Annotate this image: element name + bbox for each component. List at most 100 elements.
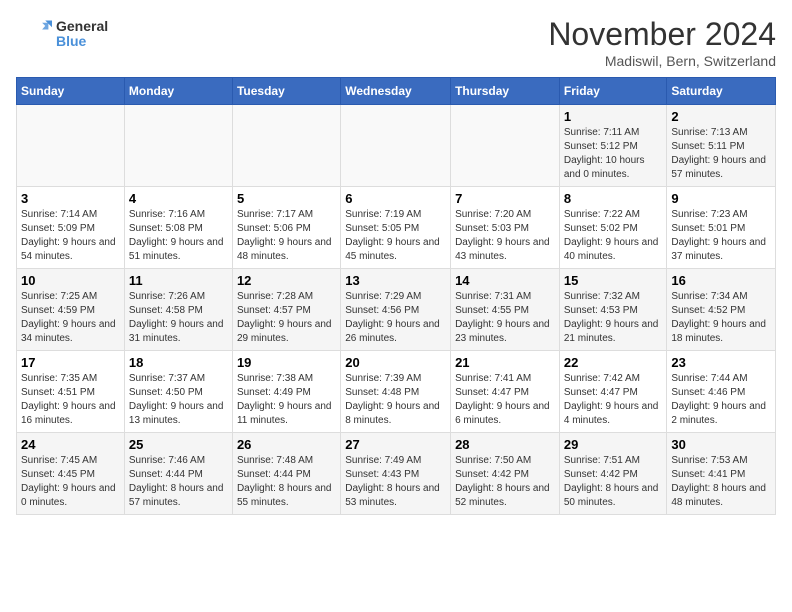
day-number: 20 [345, 355, 446, 370]
day-number: 22 [564, 355, 663, 370]
calendar-cell: 1 Sunrise: 7:11 AMSunset: 5:12 PMDaylight… [559, 105, 667, 187]
day-number: 27 [345, 437, 446, 452]
day-number: 14 [455, 273, 555, 288]
day-number: 5 [237, 191, 336, 206]
calendar-cell: 12 Sunrise: 7:28 AMSunset: 4:57 PMDayligh… [232, 269, 340, 351]
calendar-cell [451, 105, 560, 187]
day-number: 17 [21, 355, 120, 370]
calendar-cell: 6Sunrise: 7:19 AMSunset: 5:05 PMDaylight… [341, 187, 451, 269]
calendar-cell [341, 105, 451, 187]
day-info: Sunrise: 7:26 AMSunset: 4:58 PMDaylight:… [129, 290, 228, 346]
day-info: Sunrise: 7:22 AMSunset: 5:02 PMDaylight:… [564, 208, 663, 264]
calendar-cell: 29Sunrise: 7:51 AMSunset: 4:42 PMDayligh… [559, 433, 667, 515]
day-info: Sunrise: 7:42 AMSunset: 4:47 PMDaylight:… [564, 372, 663, 428]
day-number: 3 [21, 191, 120, 206]
day-info: Sunrise: 7:23 AMSunset: 5:01 PMDaylight:… [671, 208, 771, 264]
day-info: Sunrise: 7:16 AMSunset: 5:08 PMDaylight:… [129, 208, 228, 264]
calendar-week-5: 24 Sunrise: 7:45 AMSunset: 4:45 PMDayligh… [17, 433, 776, 515]
day-number: 4 [129, 191, 228, 206]
day-headers: SundayMondayTuesdayWednesdayThursdayFrid… [17, 78, 776, 105]
day-header-thursday: Thursday [451, 78, 560, 105]
logo-svg [16, 16, 52, 52]
calendar-cell: 14 Sunrise: 7:31 AMSunset: 4:55 PMDayligh… [451, 269, 560, 351]
calendar-cell: 27 Sunrise: 7:49 AMSunset: 4:43 PMDayligh… [341, 433, 451, 515]
day-header-friday: Friday [559, 78, 667, 105]
day-info: Sunrise: 7:32 AMSunset: 4:53 PMDaylight:… [564, 290, 663, 346]
calendar-table: SundayMondayTuesdayWednesdayThursdayFrid… [16, 77, 776, 515]
calendar-cell: 19 Sunrise: 7:38 AMSunset: 4:49 PMDayligh… [232, 351, 340, 433]
calendar-cell: 22 Sunrise: 7:42 AMSunset: 4:47 PMDayligh… [559, 351, 667, 433]
day-info: Sunrise: 7:49 AMSunset: 4:43 PMDaylight:… [345, 454, 446, 510]
day-header-wednesday: Wednesday [341, 78, 451, 105]
day-number: 1 [564, 109, 663, 124]
day-number: 15 [564, 273, 663, 288]
calendar-cell: 23 Sunrise: 7:44 AMSunset: 4:46 PMDayligh… [667, 351, 776, 433]
day-info: Sunrise: 7:48 AMSunset: 4:44 PMDaylight:… [237, 454, 336, 510]
day-info: Sunrise: 7:39 AMSunset: 4:48 PMDaylight:… [345, 372, 446, 428]
month-title: November 2024 [548, 16, 776, 53]
day-info: Sunrise: 7:13 AMSunset: 5:11 PMDaylight:… [671, 126, 771, 182]
day-info: Sunrise: 7:25 AMSunset: 4:59 PMDaylight:… [21, 290, 120, 346]
calendar-cell: 30 Sunrise: 7:53 AMSunset: 4:41 PMDayligh… [667, 433, 776, 515]
day-number: 30 [671, 437, 771, 452]
day-info: Sunrise: 7:38 AMSunset: 4:49 PMDaylight:… [237, 372, 336, 428]
calendar-cell: 3 Sunrise: 7:14 AMSunset: 5:09 PMDaylight… [17, 187, 125, 269]
day-header-sunday: Sunday [17, 78, 125, 105]
day-number: 25 [129, 437, 228, 452]
logo-general: General [56, 19, 108, 34]
calendar-cell: 13 Sunrise: 7:29 AMSunset: 4:56 PMDayligh… [341, 269, 451, 351]
day-info: Sunrise: 7:19 AMSunset: 5:05 PMDaylight:… [345, 208, 446, 264]
day-number: 23 [671, 355, 771, 370]
calendar-cell: 8 Sunrise: 7:22 AMSunset: 5:02 PMDaylight… [559, 187, 667, 269]
day-info: Sunrise: 7:53 AMSunset: 4:41 PMDaylight:… [671, 454, 771, 510]
day-info: Sunrise: 7:35 AMSunset: 4:51 PMDaylight:… [21, 372, 120, 428]
calendar-cell: 9 Sunrise: 7:23 AMSunset: 5:01 PMDaylight… [667, 187, 776, 269]
day-info: Sunrise: 7:45 AMSunset: 4:45 PMDaylight:… [21, 454, 120, 510]
calendar-cell: 15 Sunrise: 7:32 AMSunset: 4:53 PMDayligh… [559, 269, 667, 351]
day-number: 24 [21, 437, 120, 452]
day-info: Sunrise: 7:28 AMSunset: 4:57 PMDaylight:… [237, 290, 336, 346]
day-number: 8 [564, 191, 663, 206]
calendar-cell: 24 Sunrise: 7:45 AMSunset: 4:45 PMDayligh… [17, 433, 125, 515]
day-info: Sunrise: 7:50 AMSunset: 4:42 PMDaylight:… [455, 454, 555, 510]
day-info: Sunrise: 7:14 AMSunset: 5:09 PMDaylight:… [21, 208, 120, 264]
day-number: 29 [564, 437, 663, 452]
calendar-week-2: 3 Sunrise: 7:14 AMSunset: 5:09 PMDaylight… [17, 187, 776, 269]
day-number: 7 [455, 191, 555, 206]
day-info: Sunrise: 7:44 AMSunset: 4:46 PMDaylight:… [671, 372, 771, 428]
calendar-week-3: 10 Sunrise: 7:25 AMSunset: 4:59 PMDayligh… [17, 269, 776, 351]
calendar-cell: 21 Sunrise: 7:41 AMSunset: 4:47 PMDayligh… [451, 351, 560, 433]
logo: General Blue [16, 16, 108, 52]
calendar-week-4: 17 Sunrise: 7:35 AMSunset: 4:51 PMDayligh… [17, 351, 776, 433]
day-number: 19 [237, 355, 336, 370]
day-info: Sunrise: 7:11 AMSunset: 5:12 PMDaylight:… [564, 126, 663, 182]
day-header-monday: Monday [124, 78, 232, 105]
calendar-cell: 17 Sunrise: 7:35 AMSunset: 4:51 PMDayligh… [17, 351, 125, 433]
location: Madiswil, Bern, Switzerland [548, 53, 776, 69]
day-number: 21 [455, 355, 555, 370]
calendar-cell: 10 Sunrise: 7:25 AMSunset: 4:59 PMDayligh… [17, 269, 125, 351]
calendar-cell: 16Sunrise: 7:34 AMSunset: 4:52 PMDayligh… [667, 269, 776, 351]
day-info: Sunrise: 7:29 AMSunset: 4:56 PMDaylight:… [345, 290, 446, 346]
calendar-cell: 26Sunrise: 7:48 AMSunset: 4:44 PMDayligh… [232, 433, 340, 515]
day-info: Sunrise: 7:31 AMSunset: 4:55 PMDaylight:… [455, 290, 555, 346]
calendar-cell [124, 105, 232, 187]
day-number: 28 [455, 437, 555, 452]
calendar-week-1: 1 Sunrise: 7:11 AMSunset: 5:12 PMDaylight… [17, 105, 776, 187]
calendar-cell [232, 105, 340, 187]
calendar-cell: 18Sunrise: 7:37 AMSunset: 4:50 PMDayligh… [124, 351, 232, 433]
title-area: November 2024 Madiswil, Bern, Switzerlan… [548, 16, 776, 69]
day-info: Sunrise: 7:41 AMSunset: 4:47 PMDaylight:… [455, 372, 555, 428]
calendar-cell: 11Sunrise: 7:26 AMSunset: 4:58 PMDayligh… [124, 269, 232, 351]
day-number: 12 [237, 273, 336, 288]
day-info: Sunrise: 7:37 AMSunset: 4:50 PMDaylight:… [129, 372, 228, 428]
header: General Blue November 2024 Madiswil, Ber… [16, 16, 776, 69]
day-number: 2 [671, 109, 771, 124]
day-info: Sunrise: 7:46 AMSunset: 4:44 PMDaylight:… [129, 454, 228, 510]
calendar-cell: 20 Sunrise: 7:39 AMSunset: 4:48 PMDayligh… [341, 351, 451, 433]
day-number: 13 [345, 273, 446, 288]
calendar-cell: 2 Sunrise: 7:13 AMSunset: 5:11 PMDaylight… [667, 105, 776, 187]
day-info: Sunrise: 7:34 AMSunset: 4:52 PMDaylight:… [671, 290, 771, 346]
day-number: 10 [21, 273, 120, 288]
day-number: 9 [671, 191, 771, 206]
